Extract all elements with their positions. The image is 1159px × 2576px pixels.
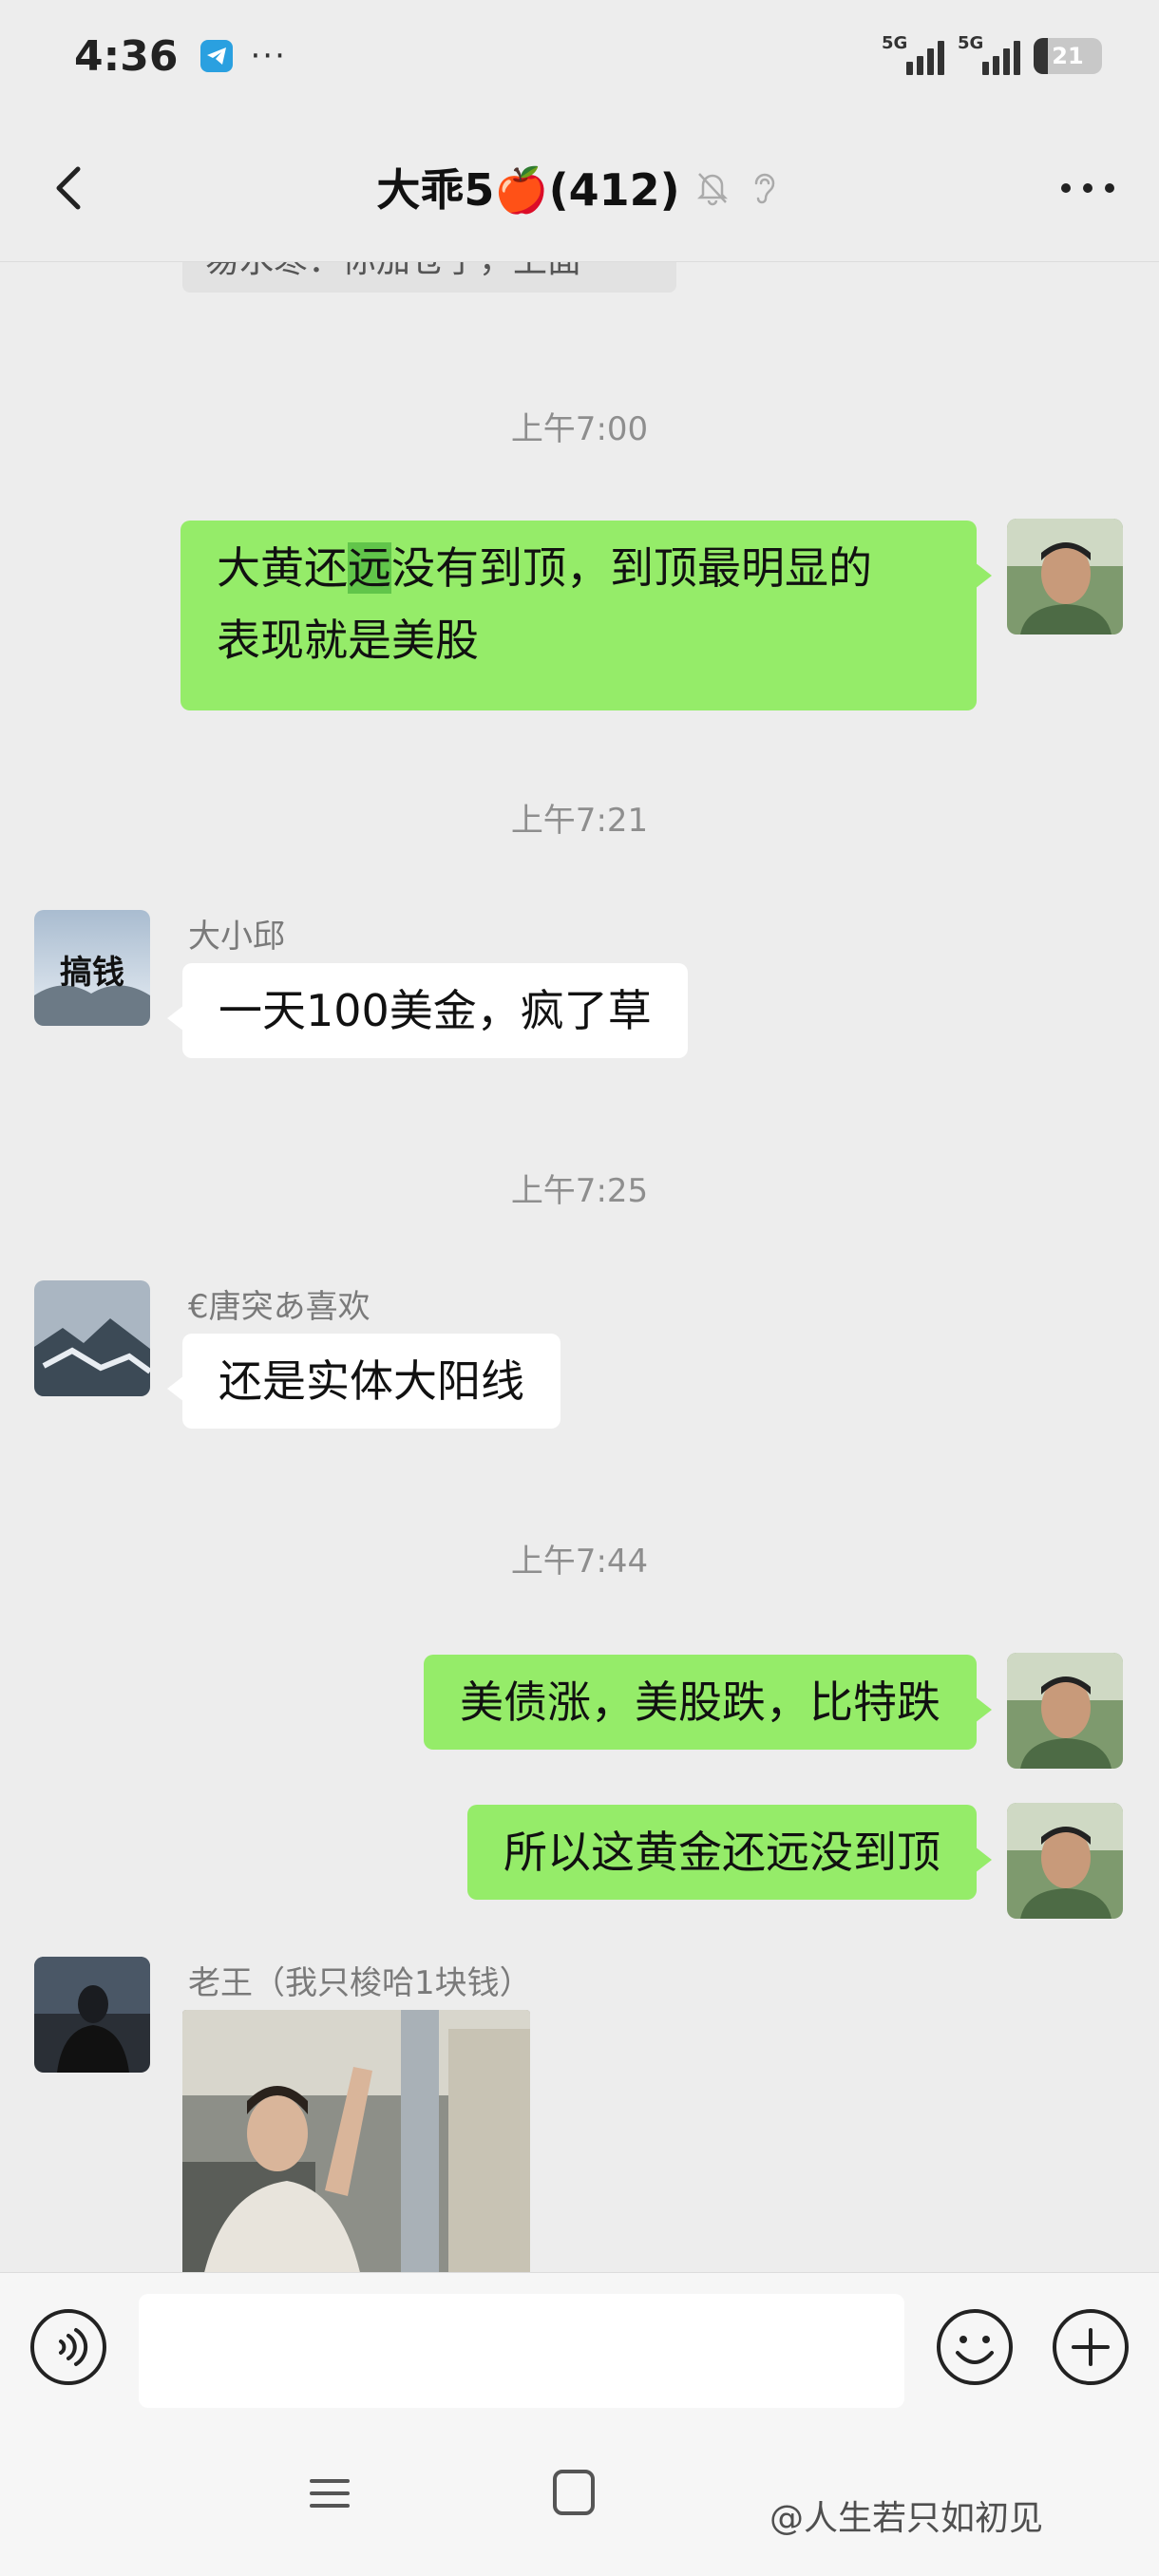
message-line: 表现就是美股	[217, 615, 479, 666]
battery-level: 21	[1052, 43, 1084, 69]
network-type-label: 5G	[882, 33, 908, 53]
signal-5g-icon: 5G	[882, 33, 944, 75]
more-functions-button[interactable]	[1051, 2307, 1130, 2387]
sender-name: €唐突あ喜欢	[188, 1288, 370, 1326]
avatar-tangtu[interactable]	[34, 1280, 150, 1396]
avatar-self[interactable]	[1007, 1653, 1123, 1769]
signal-5g-icon-2: 5G	[958, 33, 1020, 75]
status-time: 4:36	[74, 31, 179, 81]
earpiece-icon	[754, 173, 774, 203]
timestamp: 上午7:00	[510, 410, 649, 448]
status-bar: 4:36 ··· 5G 5G 21	[0, 0, 1159, 112]
home-icon[interactable]	[551, 2468, 597, 2517]
battery-icon: 21	[1034, 38, 1102, 74]
watermark: @人生若只如初见	[770, 2499, 1044, 2538]
message-line: 大黄还远没有到顶，到顶最明显的	[217, 542, 872, 594]
recent-apps-icon[interactable]	[306, 2470, 353, 2517]
avatar-daxiaoqiu[interactable]: 搞钱	[34, 910, 150, 1026]
timestamp: 上午7:21	[510, 802, 649, 840]
message-bubble-sent[interactable]: 美债涨，美股跌，比特跌	[424, 1655, 992, 1750]
status-indicators: 5G 5G 21	[882, 33, 1102, 75]
more-options-button[interactable]	[1054, 169, 1121, 207]
emoji-button[interactable]	[935, 2307, 1015, 2387]
avatar-logo-text: 搞钱	[60, 954, 124, 992]
message-bubble-received[interactable]: 还是实体大阳线	[167, 1334, 560, 1429]
telegram-icon	[200, 40, 234, 72]
chat-header: 大乖5🍎(412)	[0, 112, 1159, 262]
chat-message-list[interactable]: 易水寒：你加仓了，上面 上午7:00 大黄还远没有到顶，到顶最明显的 表现就是美…	[0, 262, 1159, 2272]
sender-name: 大小邱	[188, 918, 285, 956]
avatar-self[interactable]	[1007, 519, 1123, 635]
message-bubble-sent[interactable]: 大黄还远没有到顶，到顶最明显的 表现就是美股	[180, 521, 992, 710]
network-type-label-2: 5G	[958, 33, 984, 53]
message-bubble-received[interactable]: 一天100美金，疯了草	[167, 963, 688, 1058]
chat-title: 大乖5🍎(412)	[376, 163, 680, 216]
highlighted-text: 远	[348, 542, 391, 594]
timestamp: 上午7:44	[510, 1543, 649, 1581]
avatar-self[interactable]	[1007, 1803, 1123, 1919]
back-button[interactable]	[42, 160, 99, 217]
sender-name: 老王（我只梭哈1块钱）	[188, 1964, 532, 2002]
mute-bell-icon	[696, 172, 728, 205]
system-nav-bar: @人生若只如初见	[0, 2420, 1159, 2576]
image-message[interactable]	[182, 2010, 530, 2272]
title-group: 大乖5🍎(412)	[376, 156, 782, 218]
more-notifications-icon: ···	[250, 37, 287, 75]
avatar-laowang[interactable]	[34, 1957, 150, 2073]
input-bar	[0, 2272, 1159, 2420]
quoted-message: 易水寒：你加仓了，上面	[182, 262, 676, 293]
message-bubble-sent[interactable]: 所以这黄金还远没到顶	[467, 1805, 992, 1900]
message-input[interactable]	[139, 2294, 904, 2408]
timestamp: 上午7:25	[510, 1172, 649, 1210]
voice-input-button[interactable]	[28, 2307, 108, 2387]
